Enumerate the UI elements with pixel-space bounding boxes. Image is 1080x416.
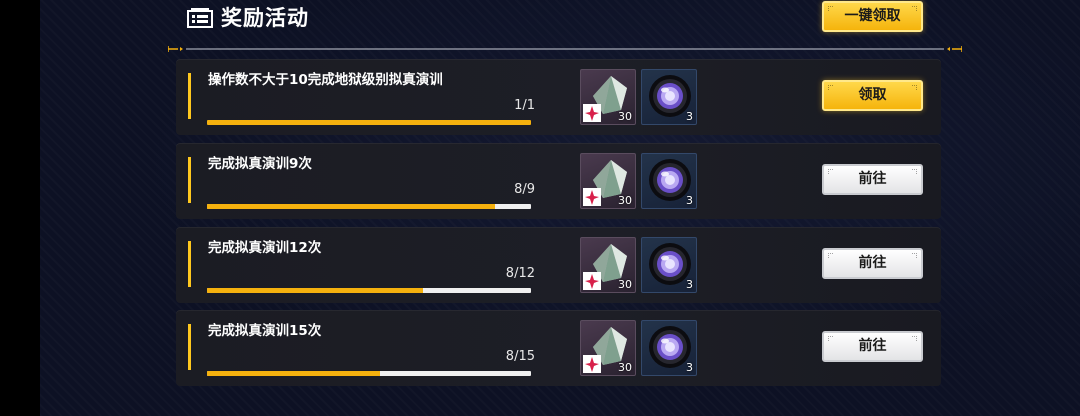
task-progress-text: 8/15 [505,349,535,364]
reward-count: 3 [686,194,693,207]
reward-item-lens[interactable]: 3 [641,237,697,293]
task-name: 完成拟真演训15次 [208,323,322,339]
header-divider [168,46,962,52]
go-button[interactable]: 前往 [822,331,923,362]
task-progress-bar [207,288,531,293]
reward-count: 3 [686,361,693,374]
reward-count: 30 [618,361,632,374]
reward-count: 30 [618,110,632,123]
reward-item-crystal[interactable]: 30 [580,320,636,376]
row-accent-bar [188,73,191,119]
task-row: 完成拟真演训9次 8/9 30 3 前往 [176,143,941,219]
reward-item-lens[interactable]: 3 [641,69,697,125]
row-accent-bar [188,324,191,370]
reward-item-crystal[interactable]: 30 [580,237,636,293]
task-name: 完成拟真演训12次 [208,240,322,256]
reward-count: 30 [618,194,632,207]
task-progress-bar [207,204,531,209]
reward-count: 30 [618,278,632,291]
task-row: 完成拟真演训15次 8/15 30 3 前往 [176,310,941,386]
task-progress-text: 8/12 [505,266,535,281]
task-row: 完成拟真演训12次 8/12 30 3 前往 [176,227,941,303]
page-title: 奖励活动 [221,6,309,30]
row-accent-bar [188,157,191,203]
task-progress-fill [207,120,531,125]
reward-count: 3 [686,110,693,123]
task-row: 操作数不大于10完成地狱级别拟真演训 1/1 30 3 领取 [176,59,941,135]
reward-count: 3 [686,278,693,291]
task-progress-text: 1/1 [514,98,535,113]
screen-edge [0,0,40,416]
reward-item-crystal[interactable]: 30 [580,153,636,209]
claim-all-button[interactable]: 一键领取 [822,1,923,32]
go-button[interactable]: 前往 [822,248,923,279]
reward-item-crystal[interactable]: 30 [580,69,636,125]
task-progress-bar [207,120,531,125]
task-progress-text: 8/9 [514,182,535,197]
claim-button[interactable]: 领取 [822,80,923,111]
reward-list-icon [187,8,213,28]
task-name: 完成拟真演训9次 [208,156,312,172]
task-progress-bar [207,371,531,376]
task-progress-fill [207,288,424,293]
task-progress-fill [207,204,496,209]
task-progress-fill [207,371,380,376]
row-accent-bar [188,241,191,287]
go-button[interactable]: 前往 [822,164,923,195]
reward-item-lens[interactable]: 3 [641,153,697,209]
reward-item-lens[interactable]: 3 [641,320,697,376]
task-name: 操作数不大于10完成地狱级别拟真演训 [208,72,443,88]
